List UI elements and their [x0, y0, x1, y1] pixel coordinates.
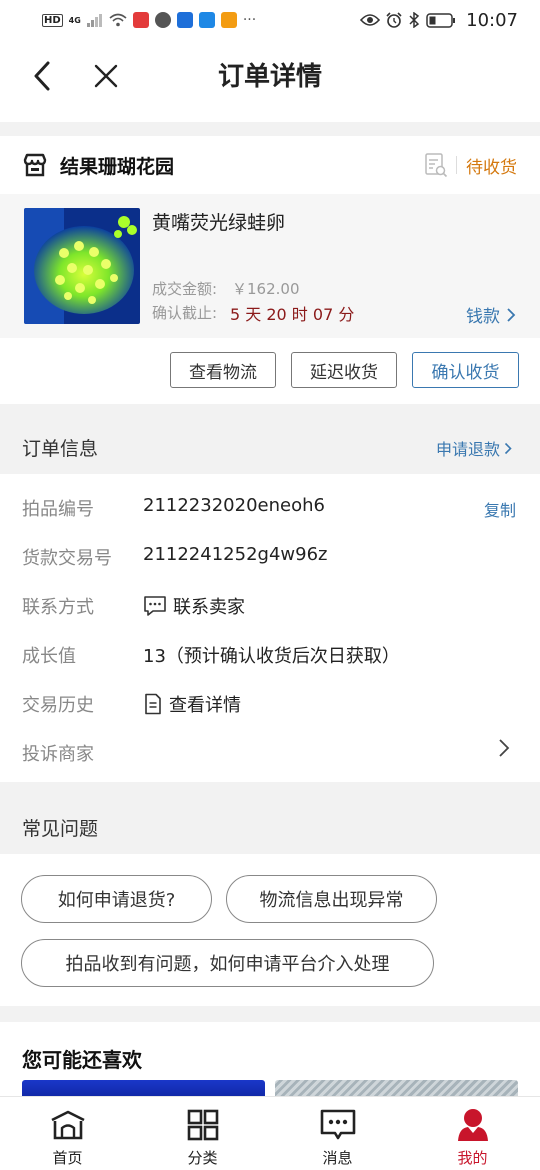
product-thumbnail[interactable]	[24, 208, 140, 324]
deadline-value: 5 天 20 时 07 分	[230, 305, 355, 324]
message-icon	[320, 1109, 355, 1140]
recommend-title: 您可能还喜欢	[22, 1048, 142, 1072]
info-row-growth: 成长值 13（预计确认收货后次日获取）	[0, 626, 540, 674]
tab-home[interactable]: 首页	[0, 1097, 135, 1170]
price-value: ￥162.00	[232, 280, 300, 298]
deadline-label: 确认截止:	[152, 304, 218, 322]
app-bulb-icon	[198, 12, 215, 28]
clock-time: 10:07	[466, 9, 518, 31]
product-title: 黄嘴荧光绿蛙卵	[152, 212, 286, 234]
goods-item[interactable]: 黄嘴荧光绿蛙卵 成交金额: ￥162.00 确认截止: 5 天 20 时 07 …	[0, 194, 540, 338]
wifi-icon	[109, 13, 127, 27]
money-link[interactable]: 钱款	[466, 302, 516, 327]
shop-header[interactable]: 结果珊瑚花园 待收货	[0, 136, 540, 194]
faq-item[interactable]: 物流信息出现异常	[226, 875, 437, 923]
tab-category[interactable]: 分类	[135, 1097, 270, 1170]
faq-list: 如何申请退货? 物流信息出现异常 拍品收到有问题，如何申请平台介入处理	[0, 854, 540, 1006]
recommend-section: 您可能还喜欢	[0, 1022, 540, 1102]
bottom-tab-bar: 首页 分类 消息 我的	[0, 1096, 540, 1170]
page-title: 订单详情	[217, 62, 322, 92]
info-row-payment-number: 货款交易号 2112241252g4w96z	[0, 528, 540, 576]
status-bar: HD 4G ··· 10:07	[0, 0, 540, 40]
app-dark-icon	[154, 12, 171, 28]
order-info-header: 订单信息 申请退款	[0, 404, 540, 474]
growth-value: 13（预计确认收货后次日获取）	[143, 646, 400, 667]
bluetooth-icon	[409, 12, 420, 28]
signal-icon	[86, 14, 102, 27]
alarm-icon	[386, 12, 402, 28]
view-details-link[interactable]: 查看详情	[143, 691, 241, 717]
tab-messages[interactable]: 消息	[270, 1097, 405, 1170]
row-label: 成长值	[22, 646, 76, 667]
apply-refund-label: 申请退款	[436, 440, 501, 459]
row-label: 投诉商家	[22, 744, 94, 765]
chevron-right-icon	[504, 442, 512, 454]
info-row-lot-number: 拍品编号 2112232020eneoh6 复制	[0, 479, 540, 527]
confirm-receipt-button[interactable]: 确认收货	[412, 352, 519, 388]
nav-bar: 订单详情	[0, 40, 540, 122]
info-row-contact: 联系方式 联系卖家	[0, 577, 540, 625]
profile-icon	[457, 1109, 488, 1141]
eye-icon	[360, 14, 381, 26]
shop-icon	[23, 153, 47, 177]
category-grid-icon	[187, 1109, 218, 1141]
chevron-right-icon	[499, 739, 510, 757]
row-label: 货款交易号	[22, 548, 112, 569]
faq-item[interactable]: 如何申请退货?	[21, 875, 212, 923]
faq-header: 常见问题	[0, 782, 540, 854]
money-link-label: 钱款	[466, 307, 500, 327]
chevron-right-icon	[507, 307, 516, 322]
order-card: 结果珊瑚花园 待收货 黄嘴荧光绿蛙卵 成交金额: ￥162.00 确认截止: 5…	[0, 136, 540, 404]
chat-bubble-icon	[144, 596, 166, 616]
price-label: 成交金额:	[152, 280, 218, 298]
home-icon	[50, 1110, 85, 1140]
payment-number-value: 2112241252g4w96z	[143, 544, 328, 565]
order-info-title: 订单信息	[22, 438, 99, 460]
view-logistics-button[interactable]: 查看物流	[170, 352, 276, 388]
info-row-history: 交易历史 查看详情	[0, 675, 540, 723]
order-status-badge: 待收货	[466, 158, 517, 178]
contact-seller-label: 联系卖家	[173, 597, 245, 618]
more-notifications-icon: ···	[242, 12, 257, 28]
apply-refund-link[interactable]: 申请退款	[436, 436, 512, 460]
app-blue-icon	[176, 12, 193, 28]
order-info-list: 拍品编号 2112232020eneoh6 复制 货款交易号 211224125…	[0, 474, 540, 782]
tab-label: 首页	[52, 1149, 83, 1167]
tab-label: 分类	[187, 1149, 218, 1167]
faq-item[interactable]: 拍品收到有问题，如何申请平台介入处理	[21, 939, 434, 987]
coral-photo	[24, 208, 140, 324]
status-bar-left: HD 4G ···	[42, 12, 256, 28]
hd-label: HD	[42, 13, 63, 27]
lot-number-value: 2112232020eneoh6	[143, 495, 325, 516]
shop-name: 结果珊瑚花园	[60, 156, 175, 178]
copy-button[interactable]: 复制	[484, 497, 516, 521]
view-details-label: 查看详情	[169, 695, 241, 716]
order-detail-page: HD 4G ··· 10:07 订单详情 结果珊瑚花园 待收货 黄嘴荧光绿蛙卵 …	[0, 0, 540, 1170]
row-label: 联系方式	[22, 597, 94, 618]
order-snapshot-icon[interactable]	[424, 152, 448, 178]
faq-title: 常见问题	[22, 818, 99, 840]
document-icon	[145, 693, 161, 715]
tab-profile[interactable]: 我的	[405, 1097, 540, 1170]
status-bar-right: 10:07	[360, 10, 518, 31]
row-label: 交易历史	[22, 695, 94, 716]
battery-icon	[426, 12, 456, 28]
network-label: 4G	[68, 15, 81, 25]
row-label: 拍品编号	[22, 499, 94, 520]
delay-receipt-button[interactable]: 延迟收货	[291, 352, 397, 388]
contact-seller-link[interactable]: 联系卖家	[143, 593, 245, 619]
divider	[456, 156, 457, 174]
info-row-complaint[interactable]: 投诉商家	[0, 724, 540, 772]
tab-label: 我的	[457, 1149, 488, 1167]
app-orange-icon	[220, 12, 237, 28]
tab-label: 消息	[322, 1149, 353, 1167]
app-red-icon	[132, 12, 149, 28]
